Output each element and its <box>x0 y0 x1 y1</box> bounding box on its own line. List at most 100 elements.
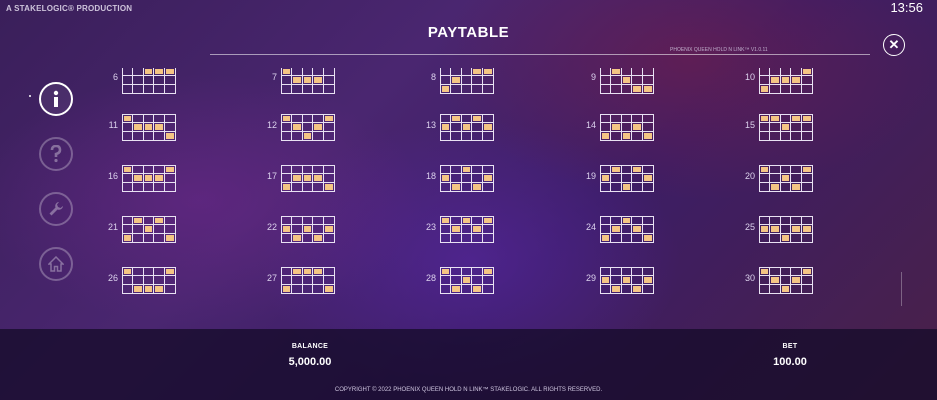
payline-cell <box>781 182 792 191</box>
payline-cell-active <box>472 284 483 293</box>
payline-cell-active <box>154 217 165 226</box>
payline-cell <box>164 217 175 226</box>
payline-cell <box>462 233 473 242</box>
payline-cell-active <box>601 233 612 242</box>
payline-cell-active <box>292 174 303 183</box>
payline-cell <box>313 217 324 226</box>
payline-11: 11 <box>86 114 176 144</box>
payline-pattern <box>759 114 813 141</box>
payline-cell <box>483 234 493 242</box>
title-divider <box>210 54 870 55</box>
payline-cell-active <box>313 268 324 277</box>
payline-cell <box>441 76 452 85</box>
payline-cell <box>323 166 334 175</box>
payline-cell <box>781 131 792 140</box>
payline-cell <box>282 76 293 85</box>
payline-pattern <box>281 114 335 141</box>
payline-cell <box>123 76 134 85</box>
payline-cell-active <box>622 131 633 140</box>
payline-cell <box>144 182 155 191</box>
payline-15: 15 <box>723 114 813 144</box>
home-icon <box>48 256 64 272</box>
payline-23: 23 <box>404 216 494 246</box>
payline-cell-active <box>760 268 771 277</box>
payline-number: 17 <box>266 171 277 181</box>
payline-cell <box>154 276 165 285</box>
payline-cell <box>791 131 802 140</box>
payline-cell <box>632 115 643 124</box>
payline-19: 19 <box>564 165 654 195</box>
payline-cell-active <box>601 276 612 285</box>
payline-cell-active <box>133 174 144 183</box>
payline-26: 26 <box>86 267 176 297</box>
payline-cell <box>324 85 334 93</box>
payline-cell <box>165 85 175 93</box>
payline-cell <box>123 131 134 140</box>
payline-number: 20 <box>744 171 755 181</box>
payline-cell <box>483 183 493 191</box>
payline-cell <box>302 68 314 77</box>
payline-cell-active <box>441 268 452 277</box>
info-button[interactable] <box>39 82 73 116</box>
settings-button[interactable] <box>39 192 73 226</box>
payline-number: 26 <box>107 273 118 283</box>
payline-cell <box>123 284 134 293</box>
payline-cell <box>642 76 653 85</box>
payline-cell <box>642 268 653 277</box>
payline-cell <box>303 84 314 93</box>
payline-number: 7 <box>271 72 277 82</box>
payline-number: 18 <box>425 171 436 181</box>
payline-cell <box>621 166 633 175</box>
payline-pattern <box>122 165 176 192</box>
payline-cell-active <box>791 76 802 85</box>
payline-cell <box>611 268 622 277</box>
payline-cell <box>123 225 134 234</box>
payline-pattern <box>600 114 654 141</box>
payline-cell <box>760 276 771 285</box>
payline-cell <box>760 68 771 77</box>
payline-cell <box>770 131 781 140</box>
payline-cell-active <box>282 182 293 191</box>
payline-cell <box>642 225 653 234</box>
payline-cell <box>123 182 134 191</box>
help-button[interactable] <box>39 137 73 171</box>
payline-cell-active <box>292 123 303 132</box>
payline-cell <box>601 284 612 293</box>
payline-cell <box>621 123 633 132</box>
payline-cell-active <box>780 174 792 183</box>
scrollbar[interactable] <box>901 272 902 306</box>
payline-cell <box>611 276 622 285</box>
wrench-icon <box>49 202 63 216</box>
payline-cell <box>791 84 802 93</box>
payline-cell <box>791 284 802 293</box>
payline-cell <box>760 284 771 293</box>
payline-cell-active <box>611 225 622 234</box>
payline-cell-active <box>643 234 653 242</box>
payline-cell <box>441 131 452 140</box>
payline-cell <box>621 174 633 183</box>
payline-pattern <box>759 68 813 94</box>
payline-cell <box>302 166 314 175</box>
payline-cell-active <box>791 182 802 191</box>
payline-cell <box>601 268 612 277</box>
payline-cell <box>760 174 771 183</box>
payline-cell <box>601 115 612 124</box>
payline-cell <box>323 123 334 132</box>
payline-22: 22 <box>245 216 335 246</box>
home-button[interactable] <box>39 247 73 281</box>
payline-cell-active <box>165 234 175 242</box>
close-button[interactable]: ✕ <box>883 34 905 56</box>
payline-cell <box>802 85 812 93</box>
payline-cell-active <box>801 225 812 234</box>
payline-cell-active <box>133 217 144 226</box>
payline-pattern <box>440 216 494 243</box>
payline-pattern <box>122 68 176 94</box>
payline-cell <box>133 182 144 191</box>
payline-cell-active <box>154 68 165 77</box>
payline-cell <box>451 217 462 226</box>
clock: 13:56 <box>890 0 923 15</box>
payline-number: 22 <box>266 222 277 232</box>
payline-cell <box>451 123 462 132</box>
payline-cell <box>791 233 802 242</box>
payline-cell <box>282 233 293 242</box>
